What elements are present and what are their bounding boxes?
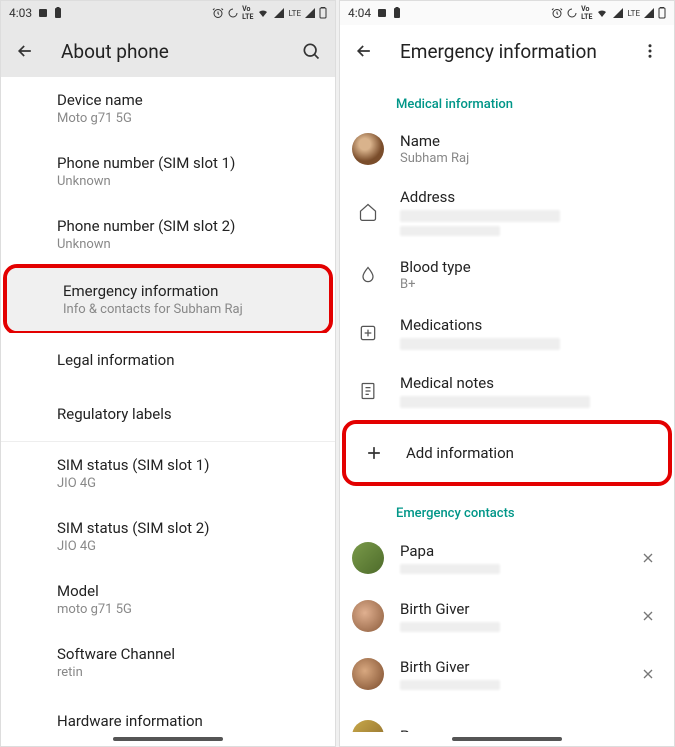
sync-icon	[227, 7, 239, 19]
plus-icon	[362, 441, 386, 465]
app-header: Emergency information	[340, 25, 674, 77]
address-value-redacted	[400, 210, 560, 222]
remove-contact-button[interactable]	[638, 548, 658, 568]
page-title: Emergency information	[400, 40, 614, 63]
contact-phone-redacted	[400, 564, 500, 574]
app-header: About phone	[1, 25, 335, 77]
row-medications[interactable]: Medications	[340, 304, 674, 362]
contact-avatar	[352, 720, 384, 732]
screenshot-emergency-info: 4:04 VoLTE LTE	[339, 0, 675, 747]
notification-icon	[37, 7, 49, 19]
section-medical: Medical information	[340, 77, 674, 120]
settings-list[interactable]: Device name Moto g71 5G Phone number (SI…	[1, 77, 335, 732]
medication-icon	[356, 321, 380, 345]
medications-value-redacted	[400, 338, 560, 350]
list-item-model[interactable]: Model moto g71 5G	[1, 568, 335, 631]
blood-icon	[356, 263, 380, 287]
list-item-device-name[interactable]: Device name Moto g71 5G	[1, 77, 335, 140]
list-item-emergency-info[interactable]: Emergency information Info & contacts fo…	[7, 268, 329, 331]
status-bar: 4:03 VoLTE LTE	[1, 1, 335, 25]
row-add-information[interactable]: Add information	[346, 424, 668, 482]
contact-avatar	[352, 600, 384, 632]
lte-label: LTE	[288, 9, 301, 18]
list-item-phone-sim1[interactable]: Phone number (SIM slot 1) Unknown	[1, 140, 335, 203]
blood-label: Blood type	[400, 258, 658, 276]
status-time: 4:04	[348, 6, 371, 20]
sync-icon	[566, 7, 578, 19]
back-button[interactable]	[352, 39, 376, 63]
back-button[interactable]	[13, 39, 37, 63]
address-label: Address	[400, 188, 658, 206]
home-icon	[356, 200, 380, 224]
nav-pill[interactable]	[113, 737, 223, 741]
blood-value: B+	[400, 277, 658, 292]
volte-icon: VoLTE	[242, 5, 253, 21]
contact-row[interactable]: Birth Giver	[340, 645, 674, 703]
lte-label: LTE	[627, 9, 640, 18]
notes-label: Medical notes	[400, 374, 658, 392]
contact-name: Birth Giver	[400, 600, 618, 618]
nav-bar	[1, 732, 335, 746]
nav-bar	[340, 732, 674, 746]
emergency-list[interactable]: Medical information Name Subham Raj Addr…	[340, 77, 674, 732]
contact-avatar	[352, 542, 384, 574]
battery-icon	[658, 7, 666, 19]
user-avatar	[352, 133, 384, 165]
search-button[interactable]	[299, 39, 323, 63]
contact-name: Papa	[400, 542, 618, 560]
medications-label: Medications	[400, 316, 658, 334]
contact-name: Birth Giver	[400, 658, 618, 676]
name-label: Name	[400, 132, 658, 150]
section-contacts: Emergency contacts	[340, 486, 674, 529]
status-time: 4:03	[9, 6, 32, 20]
battery-icon	[319, 7, 327, 19]
signal-icon-2	[643, 7, 655, 19]
page-title: About phone	[61, 40, 275, 63]
battery-small-icon	[393, 7, 401, 19]
battery-small-icon	[54, 7, 62, 19]
alarm-icon	[551, 7, 563, 19]
list-item-legal[interactable]: Legal information	[1, 333, 335, 387]
volte-icon: VoLTE	[581, 5, 592, 21]
nav-pill[interactable]	[452, 737, 562, 741]
list-item-software-channel[interactable]: Software Channel retin	[1, 631, 335, 694]
notes-value-redacted	[400, 396, 590, 408]
list-item-phone-sim2[interactable]: Phone number (SIM slot 2) Unknown	[1, 203, 335, 266]
highlight-emergency-info: Emergency information Info & contacts fo…	[3, 264, 333, 335]
address-value-redacted-2	[400, 226, 500, 236]
notification-icon	[376, 7, 388, 19]
contact-phone-redacted	[400, 622, 500, 632]
wifi-icon	[595, 7, 609, 19]
row-address[interactable]: Address	[340, 178, 674, 246]
list-item-regulatory[interactable]: Regulatory labels	[1, 387, 335, 441]
remove-contact-button[interactable]	[638, 664, 658, 684]
signal-icon	[273, 7, 285, 19]
contact-row[interactable]: Papa	[340, 703, 674, 732]
remove-contact-button[interactable]	[638, 606, 658, 626]
row-blood[interactable]: Blood type B+	[340, 246, 674, 304]
highlight-add-info: Add information	[342, 420, 672, 486]
list-item-sim-status-1[interactable]: SIM status (SIM slot 1) JIO 4G	[1, 442, 335, 505]
name-value: Subham Raj	[400, 151, 658, 166]
notes-icon	[356, 379, 380, 403]
alarm-icon	[212, 7, 224, 19]
signal-icon-2	[304, 7, 316, 19]
contact-row[interactable]: Birth Giver	[340, 587, 674, 645]
more-button[interactable]	[638, 39, 662, 63]
signal-icon	[612, 7, 624, 19]
row-notes[interactable]: Medical notes	[340, 362, 674, 420]
add-info-label: Add information	[406, 444, 652, 462]
contact-phone-redacted	[400, 680, 500, 690]
list-item-hardware[interactable]: Hardware information	[1, 694, 335, 732]
row-name[interactable]: Name Subham Raj	[340, 120, 674, 178]
wifi-icon	[256, 7, 270, 19]
list-item-sim-status-2[interactable]: SIM status (SIM slot 2) JIO 4G	[1, 505, 335, 568]
status-bar: 4:04 VoLTE LTE	[340, 1, 674, 25]
contact-avatar	[352, 658, 384, 690]
screenshot-about-phone: 4:03 VoLTE LTE	[0, 0, 336, 747]
contact-row[interactable]: Papa	[340, 529, 674, 587]
